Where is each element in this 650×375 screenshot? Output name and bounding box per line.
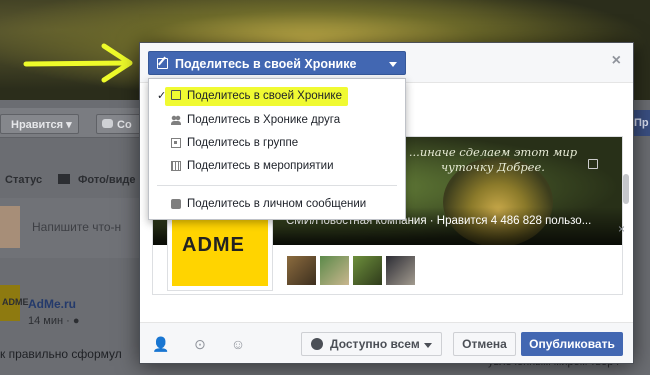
chevron-down-icon (389, 62, 397, 67)
menu-item-label: Поделитесь в личном сообщении (187, 198, 367, 210)
menu-item-label: Поделитесь в своей Хронике (187, 90, 342, 102)
globe-icon (311, 338, 323, 350)
menu-item-friend-timeline[interactable]: Поделитесь в Хронике друга (149, 109, 405, 131)
dialog-footer: 👤 ⊙ ☺ Доступно всем Отмена Опубликовать (140, 322, 633, 363)
friend-icon (171, 115, 181, 125)
audience-selector[interactable]: Доступно всем (301, 332, 442, 356)
check-icon: ✓ (157, 90, 167, 102)
like-label: Нравится (11, 119, 64, 131)
share-destination-selector[interactable]: Поделитесь в своей Хронике (148, 51, 406, 75)
message-icon (171, 199, 181, 209)
edit-preview-icon[interactable] (588, 159, 598, 169)
page-logo-text: ADME (182, 234, 245, 256)
close-icon[interactable]: × (612, 53, 621, 69)
right-button[interactable]: Пр (632, 110, 650, 136)
cancel-button[interactable]: Отмена (453, 332, 516, 356)
post-avatar: ADME (0, 285, 29, 321)
comment-icon (102, 119, 113, 128)
location-pin-icon[interactable]: ⊙ (192, 336, 208, 352)
menu-item-private-message[interactable]: Поделитесь в личном сообщении (149, 193, 405, 215)
feed-post: ADME AdMe.ru 14 мин · ● к правильно сфор… (0, 285, 150, 375)
menu-item-label: Поделитесь в Хронике друга (187, 114, 341, 126)
highlight-marker: Поделитесь в своей Хронике (171, 90, 342, 102)
preview-quote: ...иначе сделаем этот мир чуточку Добрее… (408, 145, 578, 174)
photo-icon (58, 174, 70, 184)
publish-button[interactable]: Опубликовать (521, 332, 623, 356)
composer-tabs: Статус Фото/виде (0, 168, 150, 192)
avatar (0, 206, 20, 248)
liker-avatar[interactable] (319, 255, 350, 286)
like-button[interactable]: Нравится ▾ (0, 114, 79, 134)
chevron-down-icon (424, 343, 432, 348)
liker-avatar[interactable] (385, 255, 416, 286)
menu-item-event[interactable]: Поделитесь в мероприятии (149, 155, 405, 177)
scrollbar[interactable] (623, 174, 629, 204)
globe-icon: ● (72, 315, 80, 327)
post-text: к правильно сформул (0, 347, 122, 361)
composer-input[interactable]: Напишите что-н (32, 220, 121, 234)
photo-video-tab[interactable]: Фото/виде (78, 174, 135, 186)
post-author-link[interactable]: AdMe.ru (28, 297, 76, 311)
edit-icon (157, 58, 168, 69)
emoji-icon[interactable]: ☺ (230, 336, 246, 352)
post-logo-text: ADME (2, 297, 29, 307)
liker-avatar[interactable] (286, 255, 317, 286)
remove-preview-icon[interactable]: × (618, 222, 625, 236)
group-icon (171, 138, 181, 148)
status-tab[interactable]: Статус (5, 174, 42, 186)
liker-avatar[interactable] (352, 255, 383, 286)
menu-separator (157, 185, 397, 186)
comment-label: Со (117, 119, 132, 131)
post-time-label: 14 мин · (28, 315, 73, 327)
menu-item-label: Поделитесь в группе (187, 137, 299, 149)
audience-label: Доступно всем (330, 337, 420, 351)
menu-item-label: Поделитесь в мероприятии (187, 160, 334, 172)
menu-item-group[interactable]: Поделитесь в группе (149, 132, 405, 154)
share-destination-menu: ✓ Поделитесь в своей Хронике Поделитесь … (148, 78, 406, 220)
chevron-down-icon: ▾ (66, 119, 72, 131)
composer: Напишите что-н (0, 198, 150, 258)
menu-item-own-timeline[interactable]: ✓ Поделитесь в своей Хронике (149, 85, 405, 107)
share-selector-label: Поделитесь в своей Хронике (175, 57, 357, 71)
post-timestamp: 14 мин · ● (28, 315, 80, 327)
dialog-header: Поделитесь в своей Хронике × (140, 43, 633, 83)
edit-icon (171, 90, 181, 100)
event-icon (171, 161, 181, 171)
tag-friends-icon[interactable]: 👤 (152, 336, 169, 352)
share-dialog: Поделитесь в своей Хронике × ...иначе сд… (139, 42, 634, 364)
arrow-annotation-icon (23, 43, 133, 83)
